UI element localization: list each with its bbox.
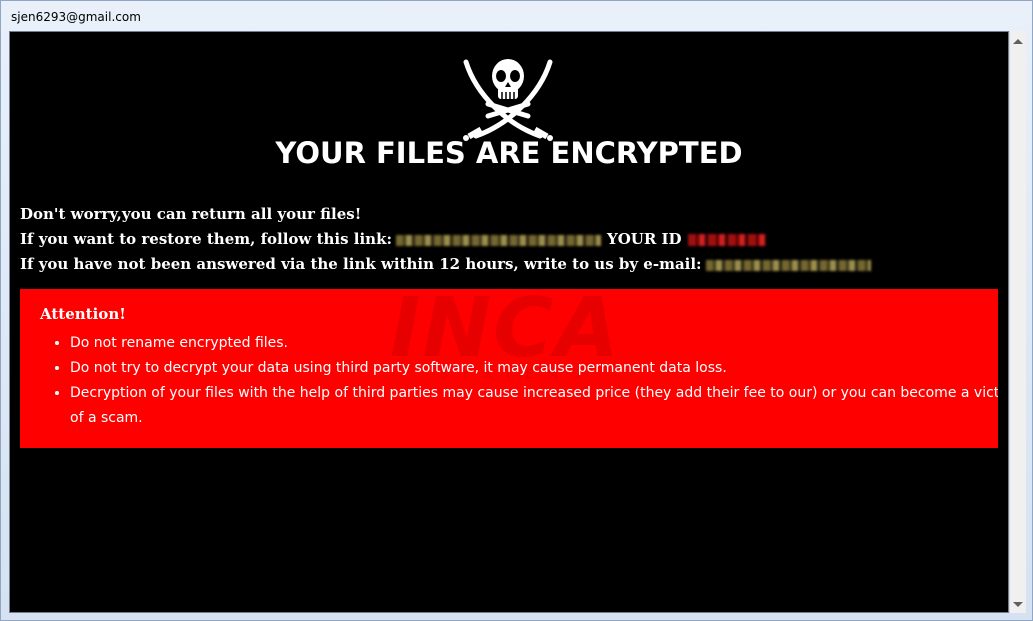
headline: YOUR FILES ARE ENCRYPTED xyxy=(275,136,743,170)
email-line-prefix: If you have not been answered via the li… xyxy=(20,255,702,273)
email-line: If you have not been answered via the li… xyxy=(20,252,871,277)
attention-title: Attention! xyxy=(40,305,126,323)
attention-box: INCA SYSTEMS Attention! Do not rename en… xyxy=(20,289,998,448)
redacted-id xyxy=(687,234,766,246)
message-lines: Don't worry,you can return all your file… xyxy=(20,202,871,277)
vertical-scrollbar[interactable] xyxy=(1009,31,1026,613)
attention-item: Do not try to decrypt your data using th… xyxy=(70,356,998,381)
attention-list: Do not rename encrypted files. Do not tr… xyxy=(40,331,998,431)
redacted-email[interactable] xyxy=(705,259,871,271)
redacted-restore-link[interactable] xyxy=(396,234,601,246)
browser-window: sjen6293@gmail.com YOUR FILES ARE ENCRYP… xyxy=(0,0,1033,621)
scroll-down-arrow-icon[interactable] xyxy=(1013,602,1023,607)
attention-item: Decryption of your files with the help o… xyxy=(70,381,998,431)
restore-link-line: If you want to restore them, follow this… xyxy=(20,227,871,252)
title-bar[interactable]: sjen6293@gmail.com xyxy=(1,1,1032,31)
your-id-label: YOUR ID xyxy=(607,230,682,248)
skull-crossed-sabers-icon xyxy=(463,59,553,141)
scroll-up-arrow-icon[interactable] xyxy=(1013,39,1023,44)
attention-item: Do not rename encrypted files. xyxy=(70,331,998,356)
restore-link-prefix: If you want to restore them, follow this… xyxy=(20,230,392,248)
reassurance-line: Don't worry,you can return all your file… xyxy=(20,205,362,223)
window-title: sjen6293@gmail.com xyxy=(11,10,141,24)
ransom-note-page: YOUR FILES ARE ENCRYPTED Don't worry,you… xyxy=(9,31,1009,613)
